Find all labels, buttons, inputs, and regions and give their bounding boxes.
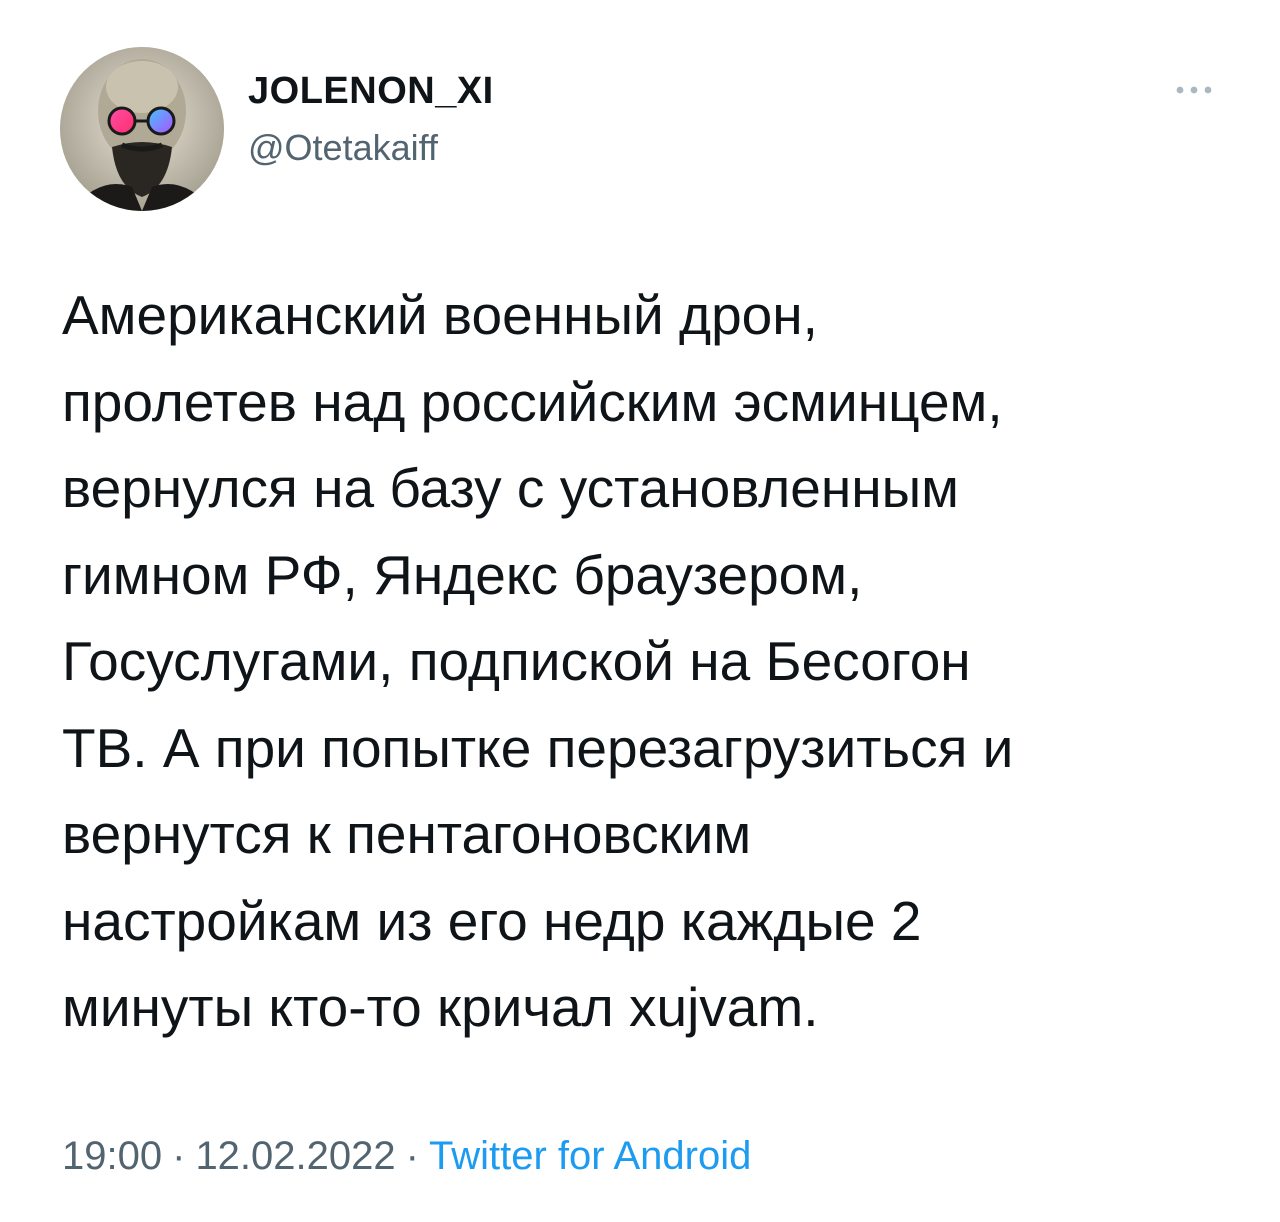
author-display-name[interactable]: JOLENON_XI [248, 70, 494, 113]
tweet-text: Американский военный дрон, пролетев над … [62, 284, 1014, 1038]
tweet-time[interactable]: 19:00 [62, 1134, 162, 1178]
user-avatar-icon[interactable] [60, 47, 224, 211]
meta-separator: · [172, 1134, 186, 1178]
tweet-source-link[interactable]: Twitter for Android [429, 1134, 751, 1178]
author-handle[interactable]: @Otetakaiff [248, 127, 438, 169]
more-dots-icon[interactable] [1166, 76, 1222, 104]
tweet: JOLENON_XI @Otetakaiff Американский воен… [0, 0, 1280, 1222]
tweet-date[interactable]: 12.02.2022 [195, 1134, 395, 1178]
tweet-meta: 19:00 · 12.02.2022 · Twitter for Android [62, 1134, 751, 1179]
meta-separator: · [405, 1134, 419, 1178]
